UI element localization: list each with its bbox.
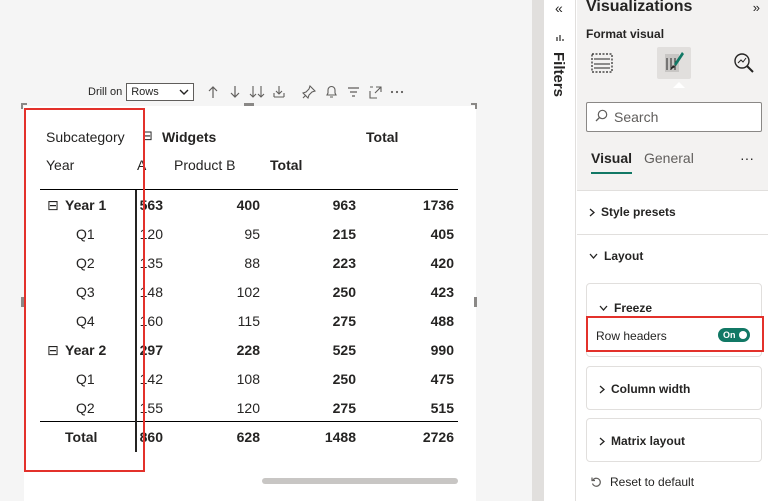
more-options-icon[interactable]: [386, 82, 408, 102]
drill-on-label: Drill on: [88, 86, 123, 98]
reset-icon: [591, 477, 601, 487]
cell-product-b: 115: [237, 313, 260, 329]
cell-grand-total: 515: [430, 400, 454, 416]
pane-divider: [532, 0, 544, 501]
focus-mode-icon[interactable]: [364, 82, 386, 102]
resize-handle-top[interactable]: [244, 103, 254, 106]
pane-title: Visualizations: [586, 0, 693, 15]
style-presets-label: Style presets: [601, 205, 676, 219]
row-headers-highlight: [24, 108, 145, 472]
cell-product-b: 95: [244, 226, 260, 242]
freeze-label: Freeze: [614, 301, 653, 315]
cell-grand-total: 420: [430, 255, 454, 271]
format-paintbrush-icon[interactable]: [657, 47, 691, 79]
format-tabs: Visual General: [591, 150, 706, 174]
alert-bell-icon[interactable]: [320, 82, 342, 102]
chevron-right-icon: [599, 385, 605, 393]
cell-total: 1488: [324, 429, 356, 445]
cell-total: 223: [332, 255, 356, 271]
cell-product-b: 120: [236, 400, 260, 416]
reset-to-default-button[interactable]: Reset to default: [591, 475, 694, 489]
cell-grand-total: 423: [430, 284, 454, 300]
matrix-layout-label: Matrix layout: [611, 434, 686, 448]
drill-down-icon[interactable]: [224, 82, 246, 102]
filters-funnel-icon: [555, 33, 565, 46]
search-input[interactable]: Search: [586, 102, 762, 132]
chevron-down-icon: [599, 305, 608, 311]
expand-next-level-icon[interactable]: [246, 82, 268, 102]
format-visual-label: Format visual: [586, 27, 665, 41]
cell-grand-total: 488: [430, 313, 454, 329]
column-header-total: Total: [270, 157, 303, 173]
cell-grand-total: 2726: [422, 429, 454, 445]
cell-total: 275: [332, 313, 356, 329]
cell-product-b: 400: [236, 197, 260, 213]
drill-on-value: Rows: [131, 86, 159, 98]
visual-header: Drill on Rows: [88, 81, 408, 103]
horizontal-scrollbar[interactable]: [262, 478, 458, 484]
cell-total: 963: [332, 197, 356, 213]
search-icon: [595, 109, 608, 125]
resize-corner-tr[interactable]: [471, 103, 477, 109]
matrix-layout-card[interactable]: Matrix layout: [586, 418, 762, 462]
column-header-total-top: Total: [366, 129, 399, 145]
style-presets-section[interactable]: Style presets: [577, 190, 768, 234]
filters-collapse-icon[interactable]: «: [555, 0, 563, 16]
expand-pane-icon[interactable]: »: [753, 0, 760, 15]
resize-handle-right[interactable]: [474, 297, 477, 307]
more-options-icon[interactable]: ···: [740, 150, 754, 166]
cell-product-b: 108: [236, 371, 260, 387]
matrix-layout-header[interactable]: Matrix layout: [599, 434, 685, 448]
analytics-magnifier-icon[interactable]: [727, 47, 761, 79]
drill-on-select[interactable]: Rows: [126, 83, 195, 101]
row-headers-label: Row headers: [596, 329, 667, 343]
cell-total: 275: [332, 400, 356, 416]
reset-label: Reset to default: [610, 475, 695, 489]
drill-up-icon[interactable]: [202, 82, 224, 102]
filter-icon[interactable]: [342, 82, 364, 102]
chevron-down-icon: [179, 89, 189, 95]
filters-pane[interactable]: « Filters: [544, 0, 576, 501]
cell-total: 250: [332, 284, 356, 300]
toggle-knob: [739, 331, 747, 339]
build-visual-icon[interactable]: [585, 47, 619, 79]
cell-total: 250: [332, 371, 356, 387]
tab-visual[interactable]: Visual: [591, 150, 632, 174]
tab-pointer: [673, 82, 685, 88]
cell-grand-total: 990: [430, 342, 454, 358]
tab-general[interactable]: General: [644, 150, 694, 174]
search-placeholder: Search: [614, 109, 659, 125]
cell-grand-total: 1736: [422, 197, 454, 213]
chevron-right-icon: [589, 208, 595, 216]
cell-product-b: 88: [244, 255, 260, 271]
row-headers-toggle[interactable]: On: [718, 328, 750, 342]
column-group-widgets: Widgets: [162, 129, 217, 145]
chevron-right-icon: [599, 437, 605, 445]
pin-icon[interactable]: [298, 82, 320, 102]
column-width-card[interactable]: Column width: [586, 366, 762, 410]
filters-label[interactable]: Filters: [550, 52, 567, 97]
column-width-label: Column width: [611, 382, 691, 396]
cell-total: 215: [332, 226, 356, 242]
style-presets-header[interactable]: Style presets: [589, 205, 676, 219]
cell-product-b: 102: [236, 284, 260, 300]
cell-grand-total: 405: [430, 226, 454, 242]
layout-label: Layout: [604, 249, 644, 263]
toggle-state-label: On: [723, 330, 736, 340]
expand-all-icon[interactable]: [268, 82, 290, 102]
visualizations-pane: Visualizations » Format visual Search Vi…: [577, 0, 768, 501]
row-headers-setting: Row headers On: [586, 316, 764, 352]
column-width-header[interactable]: Column width: [599, 382, 690, 396]
report-canvas: Drill on Rows Subcategory ⊟ Widgets Tota…: [0, 0, 532, 501]
cell-total: 525: [332, 342, 356, 358]
chevron-down-icon: [589, 253, 598, 259]
freeze-header[interactable]: Freeze: [599, 301, 652, 315]
cell-product-b: 628: [236, 429, 260, 445]
layout-header[interactable]: Layout: [589, 249, 643, 263]
cell-product-b: 228: [236, 342, 260, 358]
column-header-product-b: Product B: [174, 157, 236, 173]
cell-grand-total: 475: [430, 371, 454, 387]
